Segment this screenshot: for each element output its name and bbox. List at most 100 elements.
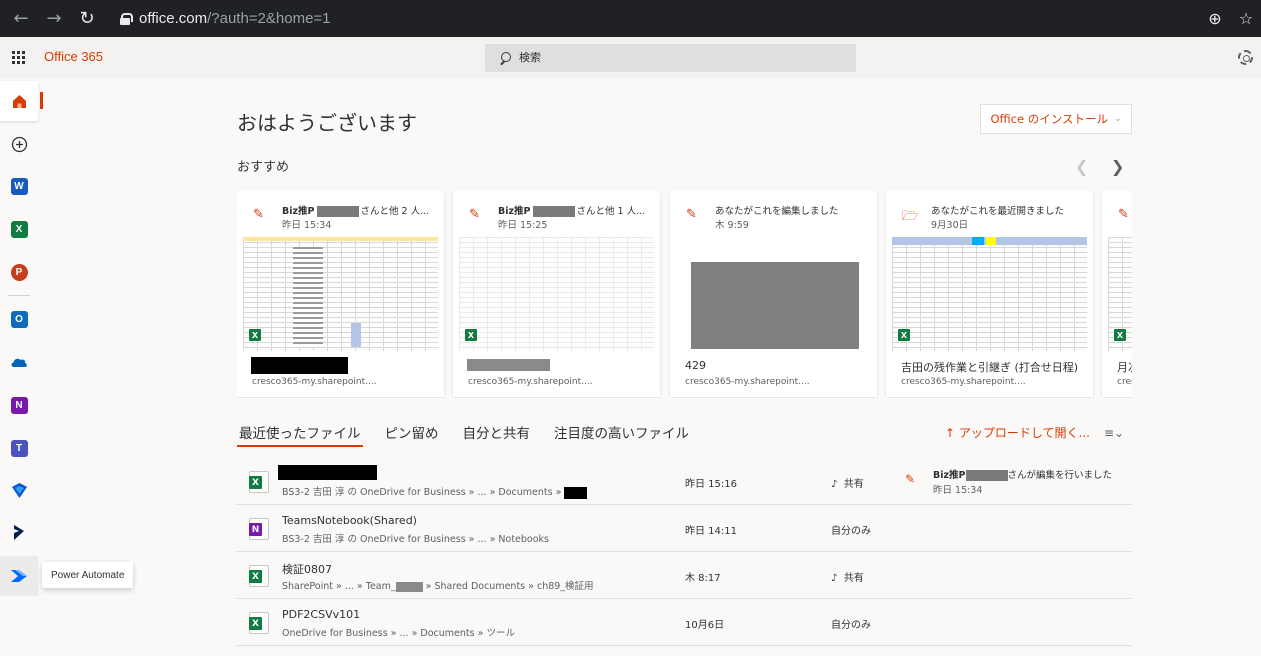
tab-discover[interactable]: 注目度の高いファイル	[552, 420, 691, 447]
card-activity: Biz推P さんと他 2 人...	[282, 206, 430, 217]
card-location: cresco365-my.sharepoint....	[901, 377, 1026, 387]
carousel-next-icon[interactable]: ❯	[1111, 157, 1124, 176]
tab-pinned[interactable]: ピン留め	[383, 420, 441, 447]
rail-powerpoint[interactable]: P	[0, 252, 38, 292]
onenote-icon: N	[10, 396, 28, 414]
card-thumbnail	[243, 237, 438, 351]
excel-file-icon: X	[249, 565, 269, 587]
create-icon	[11, 136, 27, 152]
file-path: OneDrive for Business » ... » Documents …	[282, 628, 515, 639]
edit-pencil-icon: ✎	[1118, 207, 1129, 222]
recommended-card[interactable]: 🗁 あなたがこれを最近開きました 9月30日 X 吉田の残作業と引継ぎ (打合せ…	[886, 191, 1093, 397]
file-sharing: 自分のみ	[831, 620, 871, 631]
rail-outlook[interactable]: O	[0, 299, 38, 339]
edit-pencil-icon: ✎	[686, 207, 697, 222]
file-name: 検証0807	[282, 563, 332, 576]
app-rail: W X P O N T	[0, 78, 43, 656]
reload-icon[interactable]: ↻	[75, 7, 99, 31]
card-time: 9月30日	[931, 220, 969, 231]
excel-file-icon: X	[465, 329, 477, 341]
file-name: PDF2CSVv101	[282, 608, 361, 621]
edit-pencil-icon: ✎	[253, 207, 264, 222]
card-time: 昨日 15:34	[282, 220, 332, 231]
search-input[interactable]	[519, 52, 819, 64]
folder-open-icon: 🗁	[902, 209, 919, 224]
home-icon	[12, 94, 26, 108]
card-thumbnail	[892, 237, 1087, 351]
rail-tooltip: Power Automate	[42, 562, 134, 588]
rail-dynamics365[interactable]	[0, 512, 38, 552]
rail-divider	[8, 295, 30, 296]
people-icon: ♪	[831, 479, 838, 490]
file-tabs: 最近使ったファイル ピン留め 自分と共有 注目度の高いファイル	[237, 420, 711, 448]
rail-power-automate[interactable]	[0, 556, 38, 596]
bookmark-star-icon[interactable]: ☆	[1236, 8, 1256, 28]
search-icon	[499, 52, 511, 64]
file-list: X BS3-2 吉田 淳 の OneDrive for Business » .…	[237, 458, 1132, 646]
outlook-icon: O	[10, 310, 28, 328]
search-box[interactable]	[485, 44, 856, 72]
word-icon: W	[10, 177, 28, 195]
file-path: BS3-2 吉田 淳 の OneDrive for Business » ...…	[282, 534, 549, 545]
view-options-icon[interactable]: ≡⌄	[1104, 426, 1124, 440]
excel-file-icon: X	[898, 329, 910, 341]
redacted-name	[467, 359, 550, 371]
table-row[interactable]: X 検証0807 SharePoint » ... » Team_ » Shar…	[237, 552, 1132, 599]
excel-file-icon: X	[1114, 329, 1126, 341]
active-indicator	[40, 92, 43, 109]
file-sharing: 自分のみ	[831, 526, 871, 537]
card-thumbnail	[676, 237, 871, 351]
file-name: TeamsNotebook(Shared)	[282, 514, 417, 527]
file-path: SharePoint » ... » Team_ » Shared Docume…	[282, 581, 594, 592]
table-row[interactable]: X BS3-2 吉田 淳 の OneDrive for Business » .…	[237, 458, 1132, 505]
excel-file-icon: X	[249, 471, 269, 493]
rail-onenote[interactable]: N	[0, 385, 38, 425]
upload-arrow-icon: ↑	[945, 426, 959, 440]
tab-shared-with-me[interactable]: 自分と共有	[461, 420, 533, 447]
recommended-card[interactable]: ✎ Biz推P さんと他 2 人... 昨日 15:34 X cresco365-…	[237, 191, 444, 397]
tab-recent[interactable]: 最近使ったファイル	[237, 420, 363, 447]
install-app-icon[interactable]: ⊕	[1205, 8, 1225, 28]
app-launcher-icon[interactable]	[12, 51, 25, 64]
file-sharing: ♪ 共有	[831, 479, 864, 490]
card-activity: あなたがこれを最近開きました	[931, 206, 1065, 217]
people-icon: ♪	[831, 573, 838, 584]
rail-dynamics[interactable]	[0, 470, 38, 510]
url-text[interactable]: office.com/?auth=2&home=1	[139, 10, 331, 27]
card-activity: あなたがこれを編集しました	[715, 206, 839, 217]
install-office-label: Office のインストール	[990, 112, 1108, 126]
table-row[interactable]: N TeamsNotebook(Shared) BS3-2 吉田 淳 の One…	[237, 505, 1132, 552]
recommended-card[interactable]: ✎ あなたがこれを編集しました 木 9:59 429 cresco365-my.…	[670, 191, 877, 397]
suite-header: Office 365	[0, 37, 1261, 78]
recommended-card[interactable]: ✎ X 月次 cres	[1102, 191, 1132, 397]
table-row[interactable]: X PDF2CSVv101 OneDrive for Business » ..…	[237, 599, 1132, 646]
rail-word[interactable]: W	[0, 166, 38, 206]
file-date: 10月6日	[685, 620, 725, 631]
excel-file-icon: X	[249, 612, 269, 634]
card-time: 昨日 15:25	[498, 220, 548, 231]
upload-open-button[interactable]: ↑ アップロードして開く...	[945, 424, 1090, 441]
card-file-name: 吉田の残作業と引継ぎ (打合せ日程)	[901, 361, 1079, 374]
rail-onedrive[interactable]	[0, 342, 38, 382]
recommended-card[interactable]: ✎ Biz推P さんと他 1 人... 昨日 15:25 X cresco365-…	[453, 191, 660, 397]
address-bar[interactable]: office.com/?auth=2&home=1	[108, 4, 1258, 33]
card-time: 木 9:59	[715, 220, 749, 231]
settings-gear-icon[interactable]	[1238, 50, 1253, 65]
dynamics365-icon	[14, 524, 24, 540]
card-location: cresco365-my.sharepoint....	[468, 377, 593, 387]
rail-teams[interactable]: T	[0, 428, 38, 468]
file-sharing: ♪ 共有	[831, 573, 864, 584]
install-office-button[interactable]: Office のインストール ⌄	[980, 104, 1132, 134]
excel-icon: X	[10, 220, 28, 238]
carousel-prev-icon[interactable]: ❮	[1075, 157, 1088, 176]
rail-excel[interactable]: X	[0, 209, 38, 249]
forward-icon[interactable]: →	[42, 7, 66, 31]
rail-home[interactable]	[0, 81, 38, 121]
rail-create[interactable]	[0, 124, 38, 164]
card-location: cresco365-my.sharepoint....	[685, 377, 810, 387]
browser-toolbar: ← → ↻ office.com/?auth=2&home=1 ⊕ ☆	[0, 0, 1261, 37]
back-icon[interactable]: ←	[9, 7, 33, 31]
brand-title[interactable]: Office 365	[44, 49, 103, 64]
recommended-carousel: ✎ Biz推P さんと他 2 人... 昨日 15:34 X cresco365-…	[237, 191, 1132, 398]
file-date: 木 8:17	[685, 573, 721, 584]
